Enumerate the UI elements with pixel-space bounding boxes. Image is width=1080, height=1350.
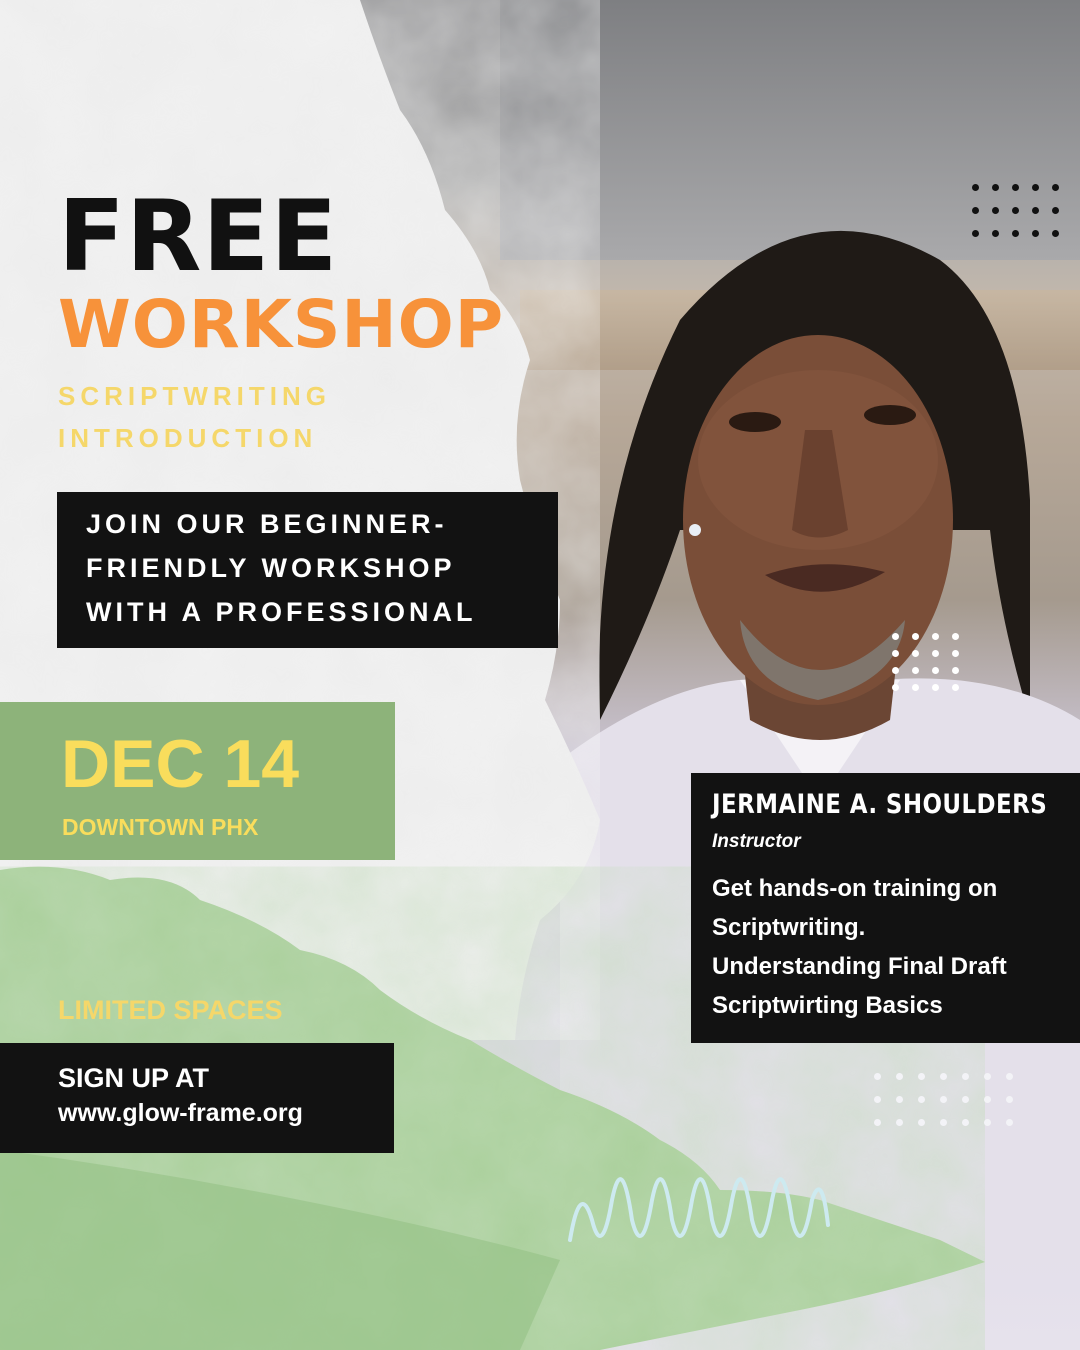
event-location: DOWNTOWN PHX [62, 814, 259, 840]
intro-box: JOIN OUR BEGINNER- FRIENDLY WORKSHOP WIT… [57, 492, 558, 648]
instructor-detail: Understanding Final Draft [712, 953, 1007, 980]
dot-grid-icon [972, 184, 1072, 237]
signup-box: SIGN UP AT www.glow-frame.org [0, 1043, 394, 1153]
instructor-detail: Get hands-on training on [712, 875, 998, 902]
instructor-name: JERMAINE A. SHOULDERS [712, 789, 1048, 820]
instructor-box: JERMAINE A. SHOULDERS Instructor Get han… [691, 773, 1080, 1043]
workshop-poster: FREE WORKSHOP SCRIPTWRITING INTRODUCTION… [0, 0, 1080, 1350]
subtitle-line-1: SCRIPTWRITING [58, 381, 331, 411]
signup-url-link[interactable]: www.glow-frame.org [58, 1101, 303, 1126]
headline-workshop: WORKSHOP [58, 286, 505, 363]
instructor-role: Instructor [712, 831, 801, 852]
dot-grid-icon [874, 1073, 1028, 1126]
subtitle-line-2: INTRODUCTION [58, 423, 318, 453]
signup-label: SIGN UP AT [58, 1063, 210, 1093]
date-box: DEC 14 DOWNTOWN PHX [0, 702, 395, 860]
intro-line-3: WITH A PROFESSIONAL [86, 597, 477, 627]
intro-line-2: FRIENDLY WORKSHOP [86, 553, 456, 583]
intro-line-1: JOIN OUR BEGINNER- [86, 509, 448, 539]
event-date: DEC 14 [61, 726, 300, 802]
limited-spaces-label: LIMITED SPACES [58, 995, 283, 1025]
headline-free: FREE [58, 180, 339, 294]
instructor-detail: Scriptwirting Basics [712, 992, 943, 1019]
instructor-detail: Scriptwriting. [712, 914, 866, 941]
dot-grid-icon [892, 633, 972, 691]
